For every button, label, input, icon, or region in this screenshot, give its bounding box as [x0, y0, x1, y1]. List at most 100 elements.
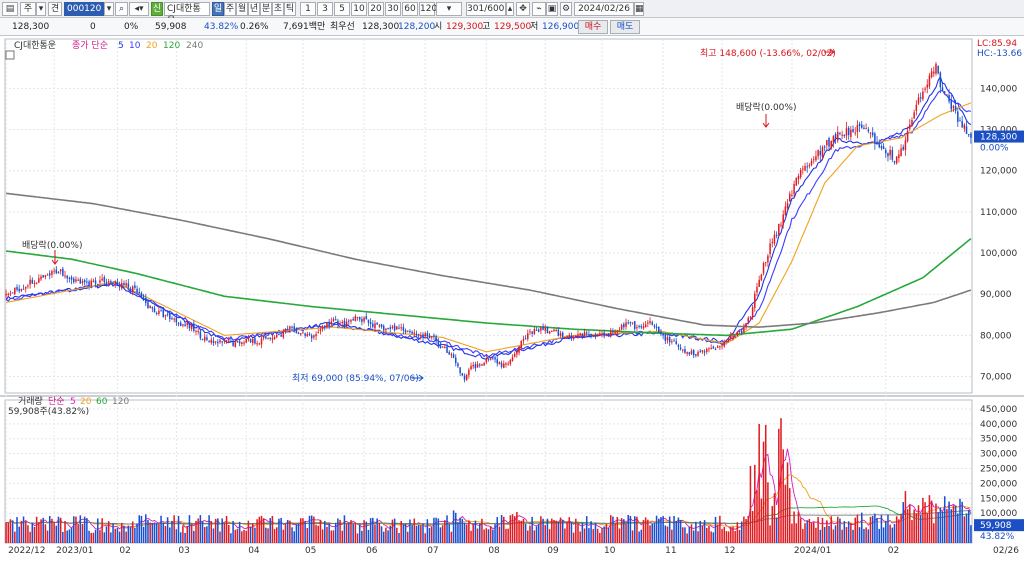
interval-120[interactable]: 120 — [419, 2, 437, 16]
calendar-icon[interactable]: ▦ — [634, 2, 644, 16]
interval-1[interactable]: 1 — [300, 2, 316, 16]
interval-60[interactable]: 60 — [402, 2, 418, 16]
candle-161 — [356, 316, 359, 318]
volume-bar-392 — [861, 512, 863, 543]
speaker-icon[interactable]: ◂▾ — [129, 2, 149, 16]
candle-65 — [147, 302, 149, 309]
candle-63 — [142, 296, 145, 298]
candle-132 — [293, 326, 295, 331]
candle-226 — [498, 361, 501, 365]
volume-bar-352 — [773, 493, 776, 543]
candle-297 — [653, 325, 656, 327]
volume-bar-420 — [922, 497, 924, 543]
stock-chart[interactable]: 2022/12 2023/01 02 03 04 05 06 07 08 09 10 11 12 2024… — [0, 36, 1024, 558]
volume-bar-241 — [531, 516, 533, 543]
interval-10[interactable]: 10 — [351, 2, 367, 16]
candle-338 — [743, 327, 745, 333]
candle-49 — [112, 283, 114, 285]
candle-33 — [77, 279, 79, 281]
volume-bar-370 — [812, 522, 815, 543]
candle-235 — [518, 347, 520, 353]
candle-203 — [448, 352, 450, 355]
candle-442 — [970, 133, 972, 138]
period-4[interactable]: 분 — [260, 2, 272, 16]
volume-bar-249 — [548, 529, 551, 543]
volume-bar-311 — [684, 527, 686, 543]
code-dropdown-icon[interactable]: ▾ — [104, 2, 114, 16]
candle-414 — [909, 124, 911, 129]
interval-dropdown[interactable]: ▾ — [436, 2, 462, 16]
candle-353 — [775, 234, 778, 236]
volume-bar-52 — [118, 531, 121, 543]
interval-20[interactable]: 20 — [368, 2, 384, 16]
period-3[interactable]: 년 — [248, 2, 260, 16]
period-5[interactable]: 초 — [272, 2, 284, 16]
volume-bar-203 — [448, 524, 450, 543]
volume-bar-112 — [249, 526, 252, 543]
candle-72 — [162, 310, 165, 317]
x-label-14: 02 — [888, 546, 899, 556]
volume-bar-439 — [963, 516, 966, 543]
search-icon[interactable]: ⌕ — [115, 2, 128, 16]
candle-135 — [300, 333, 302, 335]
date-input[interactable]: 2024/02/26 — [574, 2, 634, 16]
period-2[interactable]: 월 — [236, 2, 248, 16]
volume-bar-378 — [830, 516, 832, 543]
volume-bar-442 — [970, 525, 972, 543]
candle-351 — [771, 242, 774, 244]
item-selector[interactable]: 주 — [20, 2, 36, 16]
candle-166 — [367, 319, 370, 323]
candle-1 — [7, 294, 10, 296]
volume-bar-135 — [300, 518, 302, 543]
candle-436 — [957, 111, 959, 122]
candle-285 — [627, 322, 629, 324]
volume-bar-366 — [804, 523, 806, 543]
volume-bar-53 — [121, 522, 123, 543]
kind-selector[interactable]: 견 — [48, 2, 62, 16]
volume-bar-164 — [363, 520, 365, 543]
interval-5[interactable]: 5 — [334, 2, 350, 16]
stock-code-input[interactable]: 000120 — [64, 2, 104, 16]
candle-114 — [254, 337, 256, 344]
volume-bar-90 — [201, 521, 204, 543]
chart-type-icon[interactable]: ▤ — [2, 2, 18, 16]
candle-157 — [348, 320, 350, 322]
candle-223 — [492, 357, 494, 359]
volume-bar-250 — [551, 518, 553, 543]
count-input[interactable]: 301/600 — [466, 2, 506, 16]
settings-icon[interactable]: ⚙ — [560, 2, 572, 16]
save-icon[interactable]: ▣ — [546, 2, 558, 16]
buy-button[interactable]: 매수 — [578, 20, 608, 34]
item-dropdown-icon[interactable]: ▾ — [36, 2, 46, 16]
candle-267 — [588, 334, 590, 336]
period-1[interactable]: 주 — [224, 2, 236, 16]
volume-bar-390 — [856, 514, 859, 543]
volume-bar-278 — [612, 516, 614, 543]
candle-404 — [887, 152, 889, 157]
compare-icon[interactable]: ⌁ — [532, 2, 546, 16]
volume-bar-270 — [594, 522, 597, 543]
volume-bar-182 — [402, 524, 405, 543]
volume-bar-14 — [35, 516, 38, 543]
candle-231 — [509, 360, 512, 364]
volume-bar-409 — [898, 519, 900, 543]
count-spin-icon[interactable]: ▴ — [506, 2, 514, 16]
candle-83 — [186, 322, 189, 326]
sell-button[interactable]: 매도 — [610, 20, 640, 34]
volume-bar-65 — [147, 519, 149, 543]
candle-211 — [465, 374, 468, 380]
candle-139 — [308, 333, 311, 335]
volume-bar-329 — [723, 527, 726, 543]
candle-317 — [697, 351, 699, 356]
volume-bar-280 — [616, 517, 619, 543]
chart-area[interactable]: 2022/12 2023/01 02 03 04 05 06 07 08 09 10 11 12 2024… — [0, 36, 1024, 558]
period-0[interactable]: 일 — [212, 2, 224, 16]
volume-bar-55 — [125, 531, 127, 543]
volume-bar-76 — [171, 520, 173, 543]
volume-bar-129 — [286, 519, 289, 543]
chart-tools-icon[interactable]: ✥ — [516, 2, 530, 16]
period-6[interactable]: 틱 — [284, 2, 296, 16]
interval-3[interactable]: 3 — [317, 2, 333, 16]
interval-30[interactable]: 30 — [385, 2, 401, 16]
volume-bar-117 — [260, 515, 263, 543]
